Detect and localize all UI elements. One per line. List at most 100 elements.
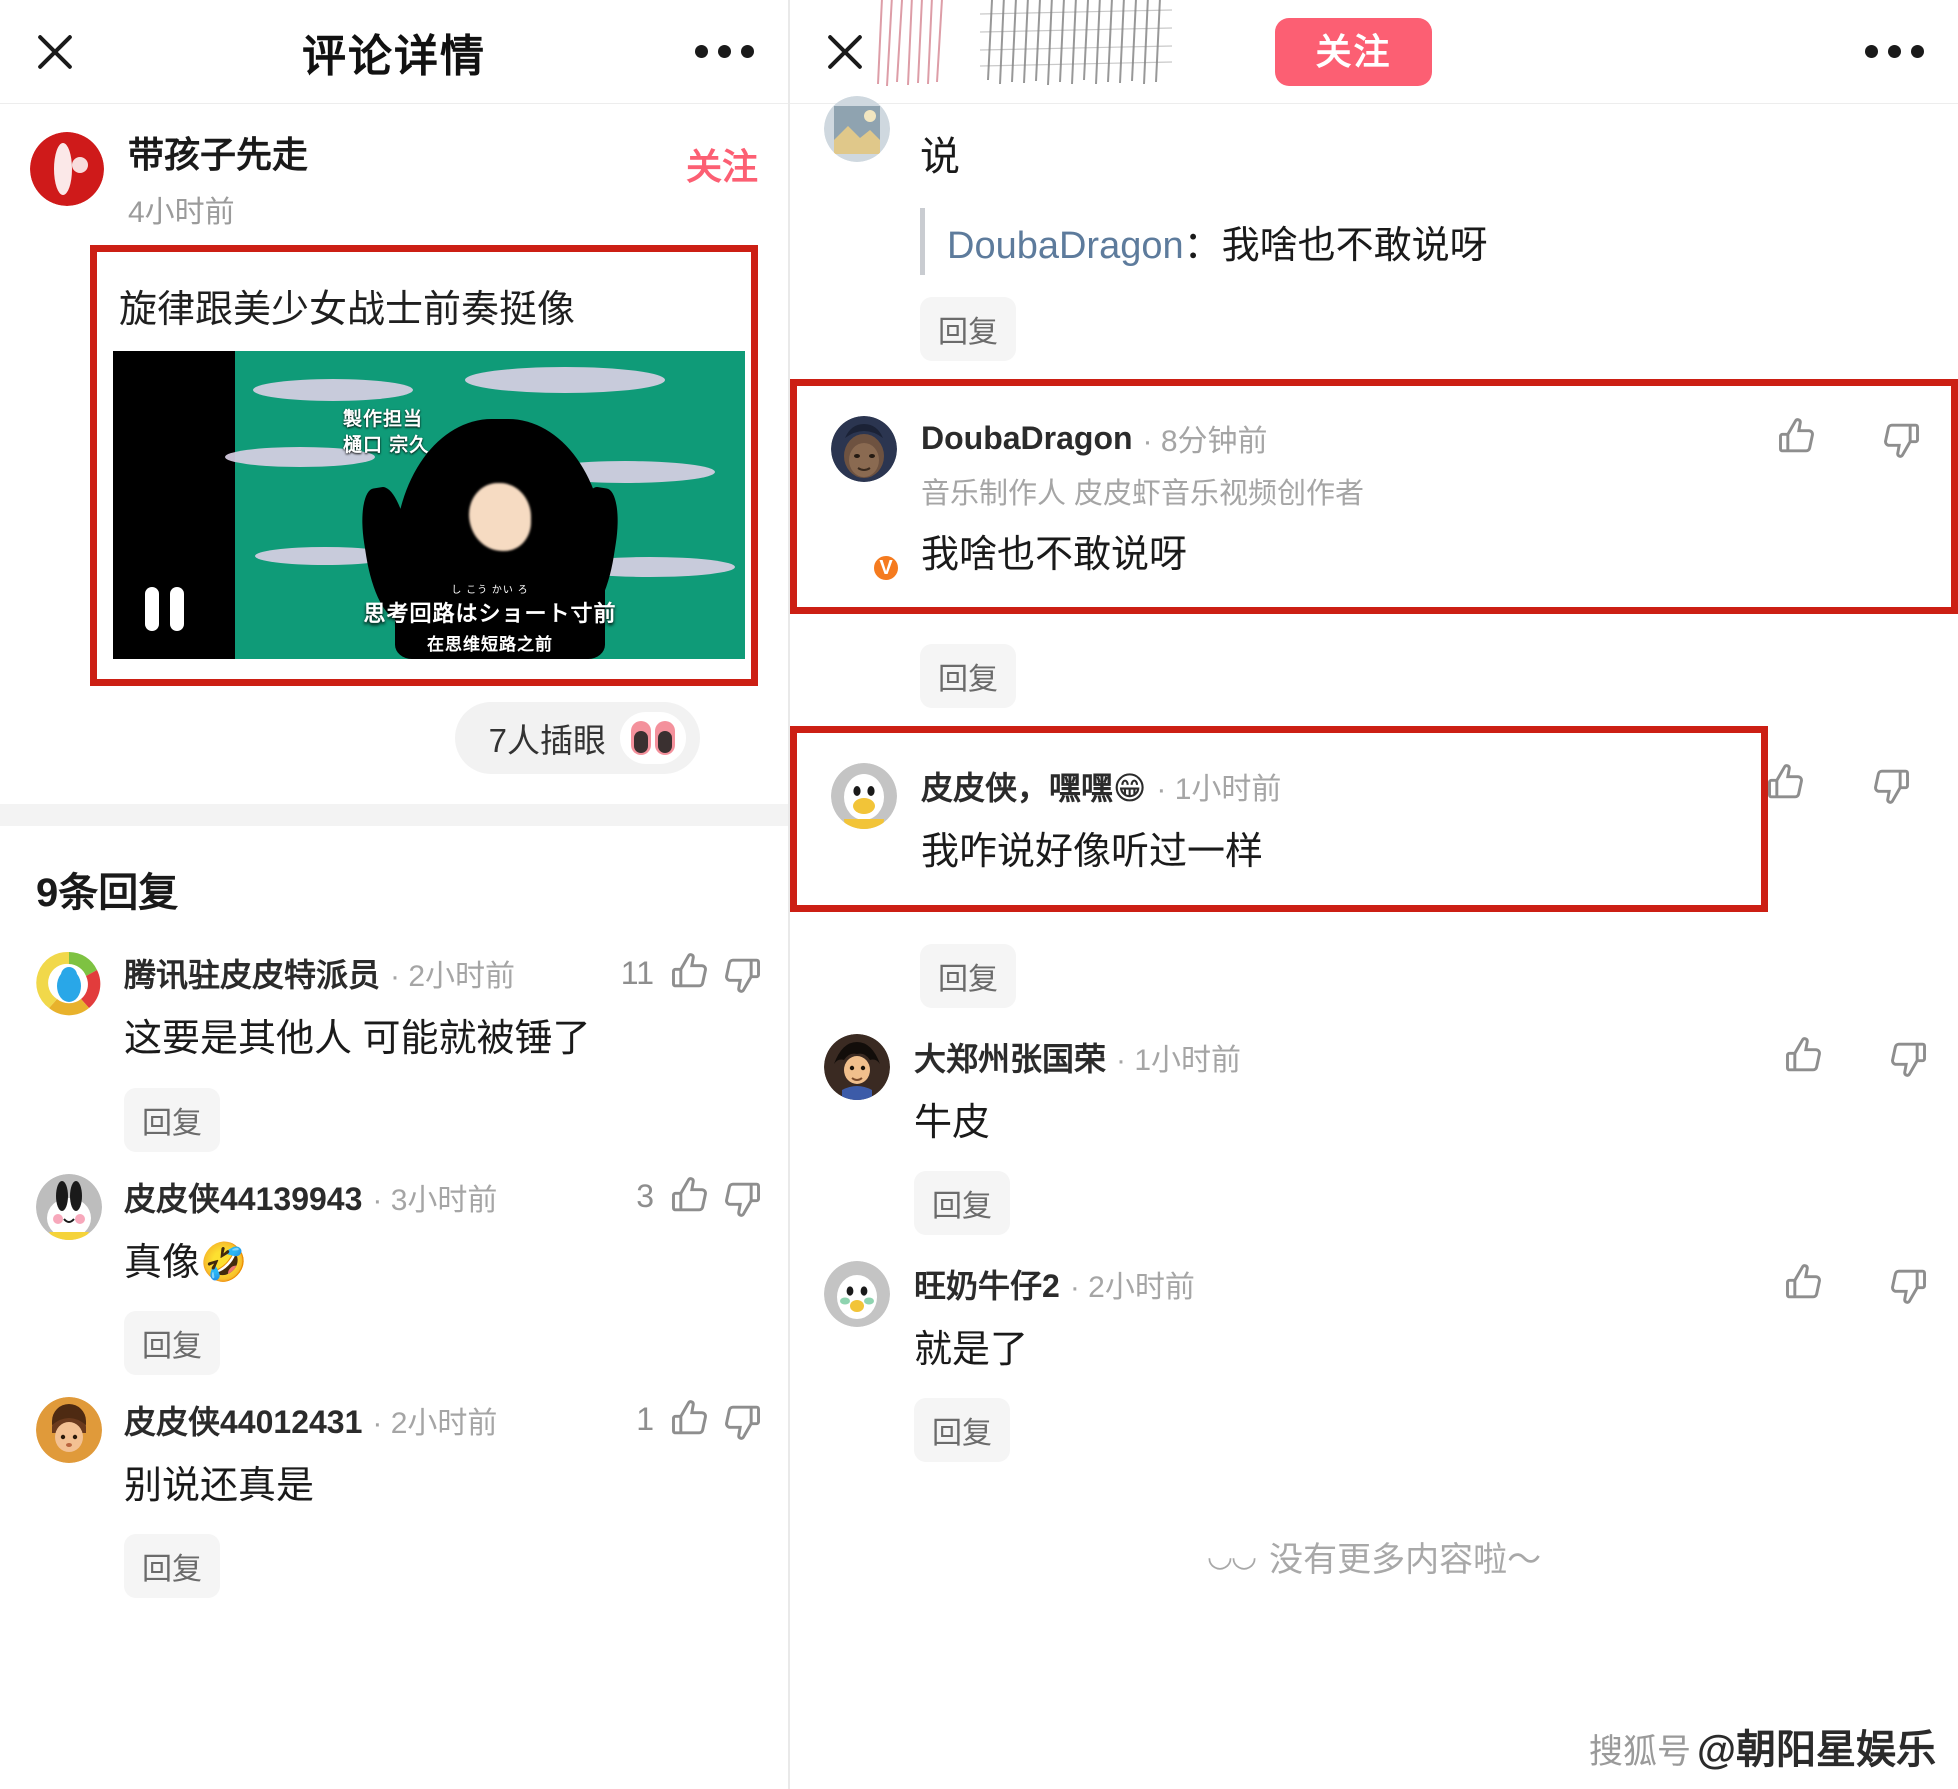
list-item[interactable]: 皮皮侠44012431 · 2小时前 1 别说还真是 回复 <box>0 1375 788 1599</box>
end-of-list-note: ◡◡ 没有更多内容啦～ <box>790 1532 1958 1581</box>
thumbs-down-icon[interactable] <box>1886 1035 1930 1079</box>
follow-button[interactable]: 关注 <box>1275 17 1432 86</box>
list-item[interactable]: V DoubaDragon · 8分钟前 音乐制作人 皮皮虾音乐视频创作者 我啥… <box>797 386 1951 607</box>
avatar[interactable] <box>30 132 104 206</box>
like-count: 1 <box>636 1401 654 1438</box>
man-photo-avatar[interactable] <box>831 416 897 482</box>
comment-timestamp: · 2小时前 <box>1069 1270 1195 1304</box>
comment-body: DoubaDragon · 8分钟前 音乐制作人 皮皮虾音乐视频创作者 我啥也不… <box>921 416 1923 581</box>
reply-button[interactable]: 回复 <box>124 1310 220 1375</box>
comment-username[interactable]: 皮皮侠44012431 <box>124 1397 362 1443</box>
root-comment-header: 带孩子先走 4小时前 关注 <box>30 132 758 231</box>
video-player[interactable]: 製作担当 樋口 宗久 し こう かい ろ 思考回路はショート寸前 在思维短路之前 <box>113 351 745 660</box>
video-card-highlight[interactable]: 旋律跟美少女战士前奏挺像 製作担当 樋口 宗久 し こう かい ろ 思考回路はシ… <box>90 245 758 687</box>
comment-text: 就是了 <box>914 1328 1029 1371</box>
comment-text: 我啥也不敢说呀 <box>921 534 1188 576</box>
comment-body: 大郑州张国荣 · 1小时前 牛皮 回复 <box>914 1034 1930 1235</box>
comment-actions <box>1759 416 1923 460</box>
comment-username[interactable]: 大郑州张国荣 <box>914 1034 1106 1080</box>
list-item[interactable]: 腾讯驻皮皮特派员 · 2小时前 11 这要是其他人 可能就被锤了 回复 <box>0 928 788 1152</box>
list-item[interactable]: 皮皮侠，嘿嘿😁 · 1小时前 我咋说好像听过一样 <box>797 733 1761 904</box>
comment-actions: 3 <box>620 1175 764 1219</box>
watch-count-badge[interactable]: 7人插眼 <box>454 702 700 775</box>
reply-button[interactable]: 回复 <box>920 297 1016 361</box>
eyes-icon <box>620 712 686 765</box>
thumbs-up-icon[interactable] <box>668 1175 712 1219</box>
reply-button[interactable]: 回复 <box>914 1170 1010 1235</box>
follow-link[interactable]: 关注 <box>686 132 758 190</box>
watermark-prefix: 搜狐号 <box>1588 1733 1691 1771</box>
list-item[interactable]: 旺奶牛仔2 · 2小时前 就是了 回复 <box>790 1235 1958 1463</box>
comment-username[interactable]: 旺奶牛仔2 <box>914 1261 1060 1307</box>
comment-username[interactable]: 腾讯驻皮皮特派员 <box>124 950 380 996</box>
comment-body: 腾讯驻皮皮特派员 · 2小时前 11 这要是其他人 可能就被锤了 回复 <box>124 950 764 1152</box>
root-timestamp: 4小时前 <box>128 196 235 230</box>
comment-username[interactable]: DoubaDragon <box>921 420 1133 457</box>
section-divider <box>0 804 788 827</box>
thumbs-down-icon[interactable] <box>720 1175 764 1219</box>
left-header: 评论详情 <box>0 0 788 104</box>
thumbs-up-icon[interactable] <box>1782 1035 1826 1079</box>
video-card-title: 旋律跟美少女战士前奏挺像 <box>119 289 576 332</box>
avatar-wrapper: V <box>831 416 901 584</box>
thumbs-down-icon[interactable] <box>720 951 764 995</box>
subtitle-japanese: 思考回路はショート寸前 <box>363 601 617 627</box>
reply-button[interactable]: 回复 <box>124 1087 220 1152</box>
root-comment-meta: 带孩子先走 4小时前 <box>128 132 308 231</box>
cloud-shape <box>465 367 665 394</box>
close-icon[interactable] <box>818 25 872 79</box>
quote-text: 我啥也不敢说呀 <box>1221 225 1488 267</box>
reply-button[interactable]: 回复 <box>914 1398 1010 1463</box>
qq-penguin-avatar[interactable] <box>36 950 102 1017</box>
avatar[interactable] <box>824 96 890 162</box>
duck-face-avatar[interactable] <box>831 763 897 830</box>
watch-badge-row: 7人插眼 <box>30 686 758 775</box>
comment-text: 别说还真是 <box>124 1464 315 1507</box>
list-item[interactable]: 皮皮侠44139943 · 3小时前 3 真像🤣 回复 <box>0 1152 788 1375</box>
comment-body: 皮皮侠，嘿嘿😁 · 1小时前 我咋说好像听过一样 <box>921 763 1733 878</box>
quote-username[interactable]: DoubaDragon <box>947 225 1184 267</box>
boy-cartoon-avatar[interactable] <box>36 1396 102 1463</box>
comment-highlight-doubadragon[interactable]: V DoubaDragon · 8分钟前 音乐制作人 皮皮虾音乐视频创作者 我啥… <box>790 379 1958 615</box>
comment-text: 真像🤣 <box>124 1241 248 1284</box>
thumbs-up-icon[interactable] <box>668 951 712 995</box>
thumbs-down-icon[interactable] <box>1879 416 1923 460</box>
thumbs-up-icon[interactable] <box>668 1398 712 1442</box>
bunny-face-avatar[interactable] <box>36 1173 102 1240</box>
thumbs-down-icon[interactable] <box>720 1398 764 1442</box>
root-username: 带孩子先走 <box>128 134 309 175</box>
thumbs-down-icon[interactable] <box>1886 1262 1930 1306</box>
end-eyes-icon: ◡◡ <box>1206 1540 1257 1574</box>
comment-timestamp: · 1小时前 <box>1156 773 1282 807</box>
goku-avatar[interactable] <box>824 1033 890 1100</box>
right-panel: 关注 说 DoubaDragon：我啥也不敢说呀 回复 V DoubaDrago… <box>790 0 1958 1789</box>
more-dots-icon[interactable] <box>1864 45 1924 58</box>
thumbs-up-icon[interactable] <box>1782 1262 1826 1306</box>
thumbs-down-icon[interactable] <box>1869 762 1913 806</box>
comment-highlight-pipixia[interactable]: 皮皮侠，嘿嘿😁 · 1小时前 我咋说好像听过一样 <box>790 726 1768 912</box>
quote-reply-row: 回复 <box>790 275 1958 361</box>
pause-icon[interactable] <box>145 587 184 632</box>
comment-username[interactable]: 皮皮侠，嘿嘿😁 <box>921 763 1146 809</box>
comment-username[interactable]: 皮皮侠44139943 <box>124 1174 362 1220</box>
reply-button[interactable]: 回复 <box>920 943 1016 1008</box>
thumbs-up-icon[interactable] <box>1764 762 1808 806</box>
list-item[interactable]: 大郑州张国荣 · 1小时前 牛皮 回复 <box>790 1008 1958 1235</box>
timestamp-value: 2小时前 <box>408 960 516 994</box>
reply-button[interactable]: 回复 <box>920 644 1016 709</box>
comment-actions: 1 <box>620 1398 764 1442</box>
page-title: 评论详情 <box>302 31 486 81</box>
timestamp-value: 1小时前 <box>1134 1043 1242 1077</box>
subtitle-furigana: し こう かい ろ <box>451 585 529 597</box>
penguin-gray-avatar[interactable] <box>824 1260 890 1327</box>
quote-separator: ： <box>1183 225 1222 267</box>
comment-body: 皮皮侠44012431 · 2小时前 1 别说还真是 回复 <box>124 1397 764 1599</box>
quote-line: DoubaDragon：我啥也不敢说呀 <box>947 214 1958 269</box>
replies-count-header: 9条回复 <box>36 871 179 916</box>
timestamp-value: 3小时前 <box>390 1183 498 1217</box>
comment-header: 大郑州张国荣 · 1小时前 <box>914 1034 1930 1080</box>
comment-header: 皮皮侠44139943 · 3小时前 3 <box>124 1174 764 1220</box>
credit-line-2: 樋口 宗久 <box>343 435 430 457</box>
reply-button[interactable]: 回复 <box>124 1534 220 1599</box>
thumbs-up-icon[interactable] <box>1775 416 1819 460</box>
